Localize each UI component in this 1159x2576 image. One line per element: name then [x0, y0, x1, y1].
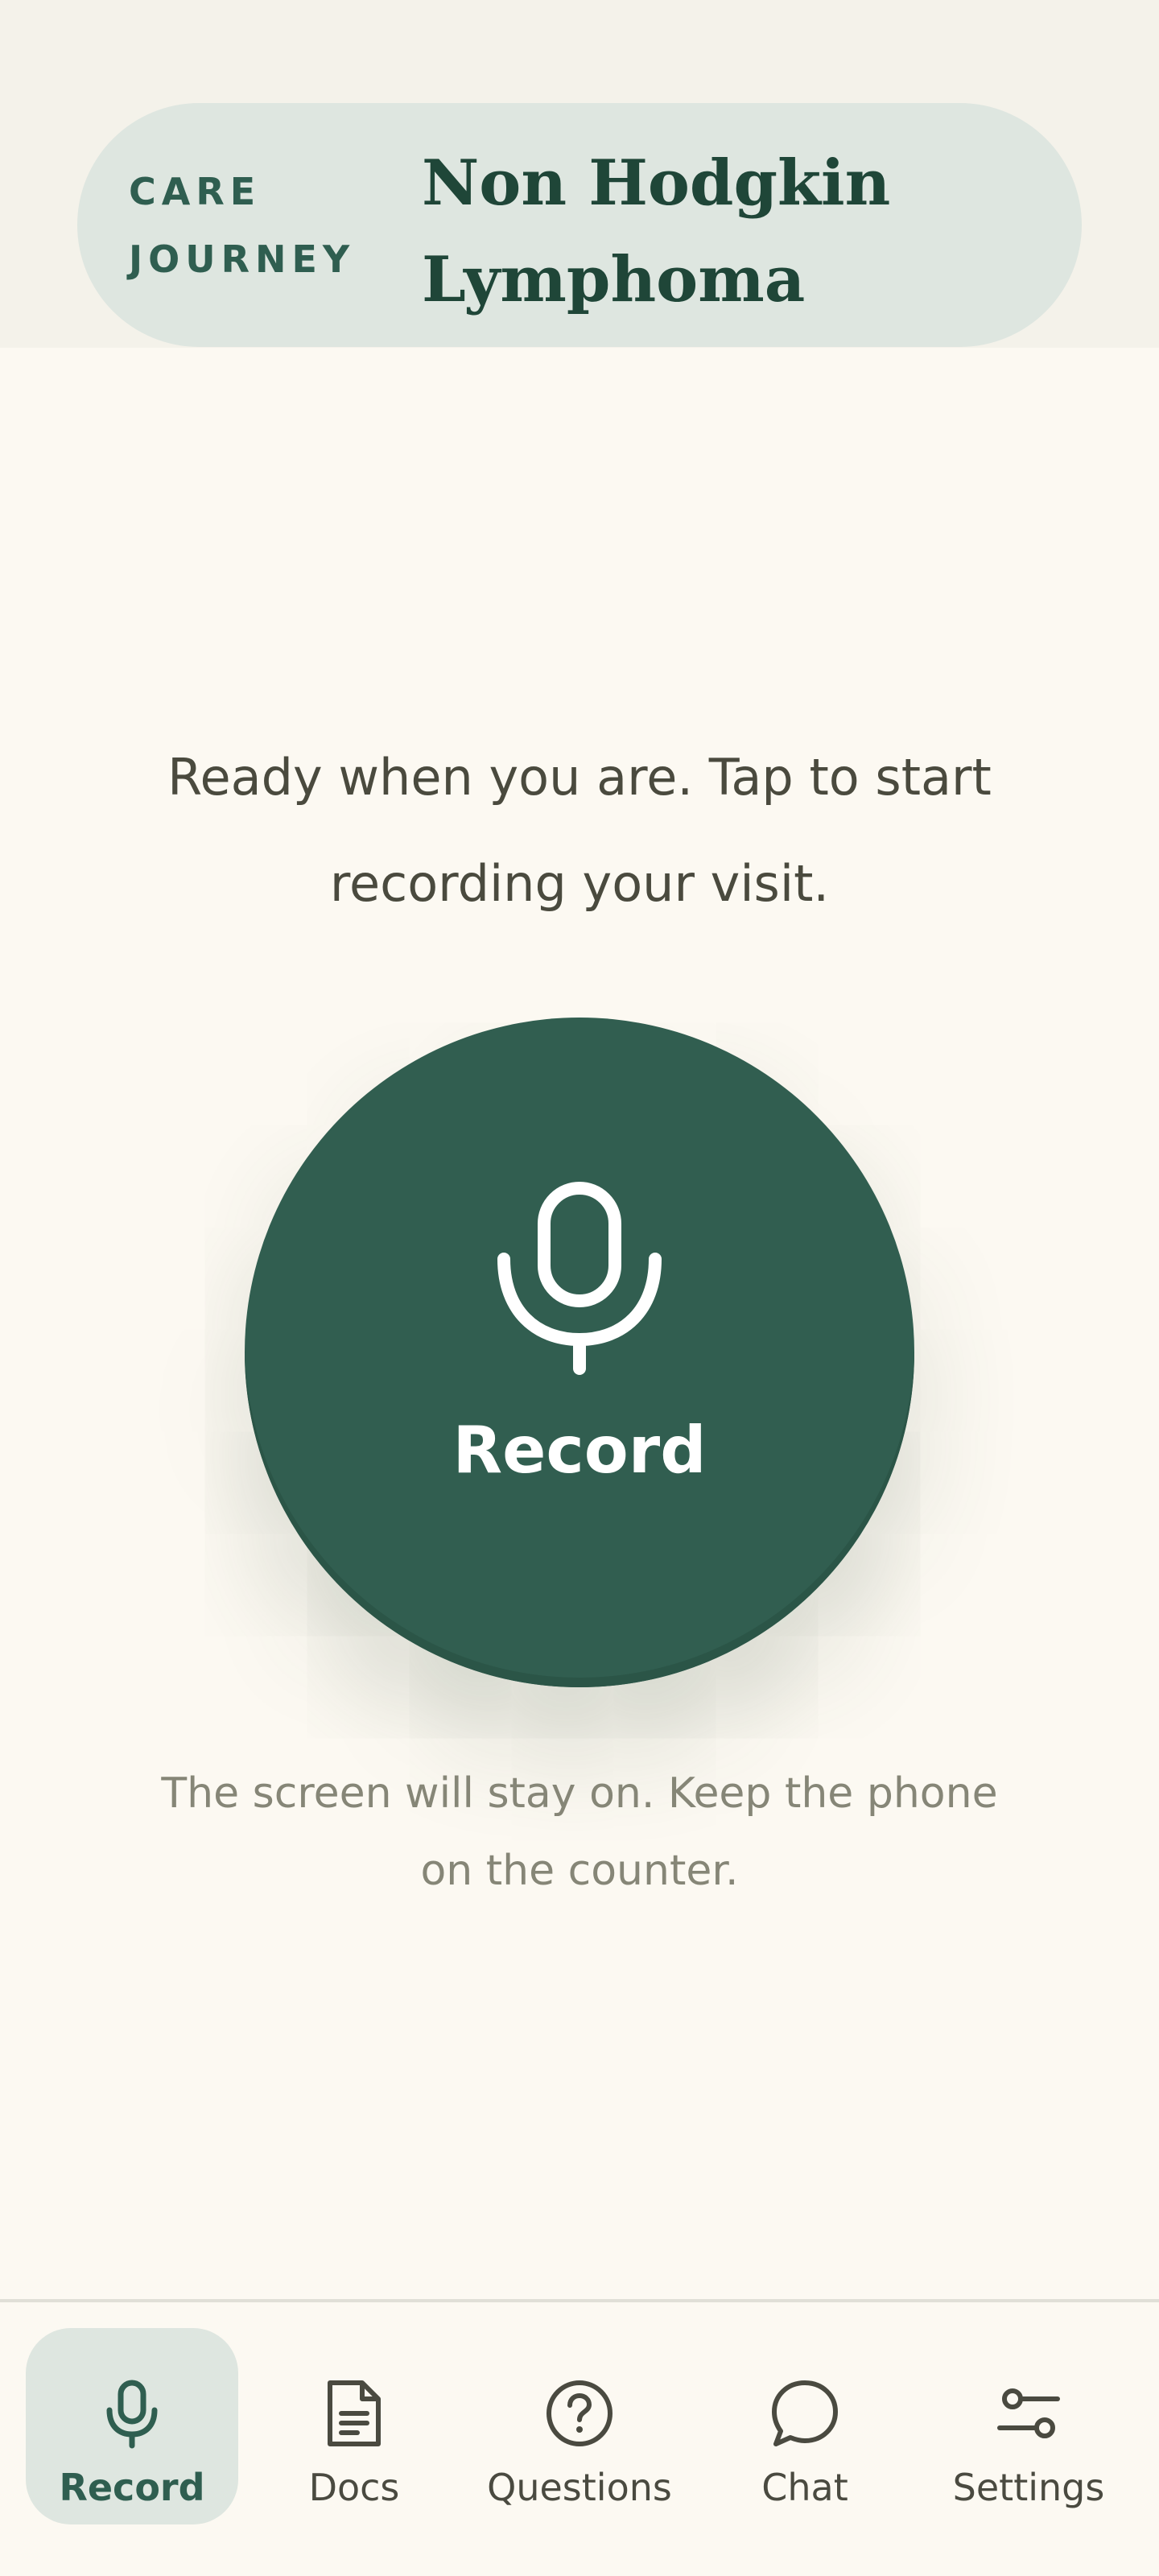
microphone-icon	[497, 1182, 662, 1375]
sliders-icon	[997, 2388, 1060, 2438]
question-circle-icon	[547, 2380, 612, 2446]
nav-item-chat[interactable]: Chat	[700, 2328, 909, 2524]
microphone-icon	[106, 2380, 158, 2449]
nav-label-chat: Chat	[761, 2466, 848, 2509]
nav-item-record[interactable]: Record	[26, 2328, 238, 2524]
care-journey-pill[interactable]: CARE JOURNEY Non Hodgkin Lymphoma	[77, 103, 1082, 347]
record-prompt: Ready when you are. Tap to start recordi…	[167, 748, 992, 913]
bottom-nav: Record Docs Questions Chat Settings	[0, 2302, 1159, 2576]
nav-label-docs: Docs	[308, 2466, 400, 2509]
condition-title: Non Hodgkin Lymphoma	[422, 147, 891, 316]
record-button-label: Record	[452, 1413, 707, 1488]
chat-bubble-icon	[772, 2380, 838, 2446]
nav-item-questions[interactable]: Questions	[467, 2328, 692, 2524]
nav-label-questions: Questions	[487, 2466, 672, 2509]
nav-label-settings: Settings	[952, 2466, 1105, 2509]
nav-item-docs[interactable]: Docs	[250, 2328, 459, 2524]
nav-label-record: Record	[59, 2466, 205, 2509]
document-icon	[328, 2380, 381, 2446]
care-journey-label: CARE JOURNEY	[129, 170, 356, 281]
nav-item-settings[interactable]: Settings	[918, 2328, 1140, 2524]
record-button[interactable]: Record	[245, 1018, 914, 1687]
screen-hint: The screen will stay on. Keep the phone …	[161, 1769, 998, 1895]
